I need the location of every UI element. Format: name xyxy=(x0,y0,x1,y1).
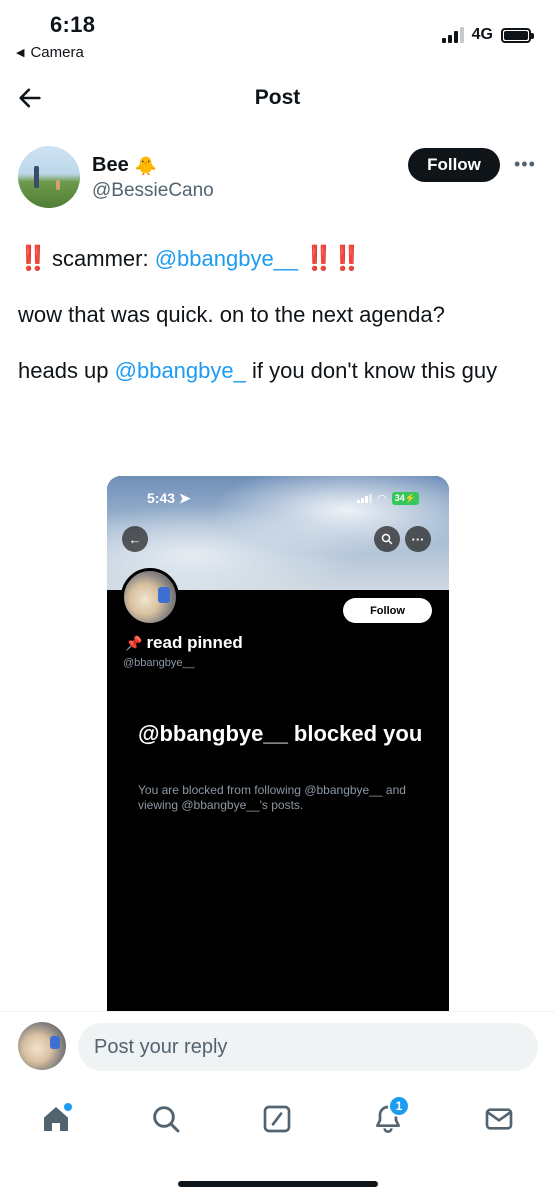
embed-avatar xyxy=(121,568,179,626)
embed-signal-icon xyxy=(357,494,373,503)
reply-bar xyxy=(0,1011,555,1087)
embed-wifi-icon: ◠ xyxy=(377,493,387,505)
author-handle[interactable]: @BessieCano xyxy=(92,180,214,202)
post-line-2: wow that was quick. on to the next agend… xyxy=(18,302,445,327)
follow-button[interactable]: Follow xyxy=(408,148,500,182)
embed-follow-button: Follow xyxy=(343,598,432,623)
embed-name-text: read pinned xyxy=(146,633,243,652)
home-unread-dot xyxy=(64,1103,72,1111)
post-line-3: heads up @bbangbye_ if you don't know th… xyxy=(18,354,538,388)
embed-profile-handle: @bbangbye__ xyxy=(123,657,195,669)
notifications-badge: 1 xyxy=(388,1095,410,1117)
search-icon xyxy=(153,1106,180,1133)
tab-search[interactable] xyxy=(144,1097,188,1141)
post-line-1: ‼️ scammer: @bbangbye__ ‼️‼️ xyxy=(18,242,538,276)
tab-home[interactable] xyxy=(34,1097,78,1141)
page-title: Post xyxy=(254,86,301,109)
post-line-3-suffix: if you don't know this guy xyxy=(245,358,498,383)
bottom-tab-bar: 1 xyxy=(0,1087,555,1157)
double-exclamation-icon: ‼️ xyxy=(18,245,48,272)
user-avatar[interactable] xyxy=(18,1022,66,1070)
back-triangle-icon: ◀ xyxy=(16,47,25,59)
chick-icon: 🐥 xyxy=(134,155,158,176)
post-image[interactable]: 5:43 ➤ ◠ 34⚡ ← ··· Follow 📌 read pinned … xyxy=(107,476,449,1021)
tab-compose[interactable] xyxy=(255,1097,299,1141)
double-exclamation-icon: ‼️‼️ xyxy=(304,245,362,272)
author-name-row[interactable]: Bee 🐥 xyxy=(92,154,157,177)
embed-battery-icon: 34⚡ xyxy=(391,492,419,505)
embed-search-icon xyxy=(374,526,400,552)
status-bar: 6:18 ◀ Camera 4G xyxy=(0,0,555,70)
post-header: Post xyxy=(0,70,555,126)
back-to-app-link[interactable]: ◀ Camera xyxy=(16,44,84,61)
post-body: ‼️ scammer: @bbangbye__ ‼️‼️ wow that wa… xyxy=(18,242,538,388)
embed-more-icon: ··· xyxy=(405,526,431,552)
post-line-3-text: heads up xyxy=(18,358,115,383)
pin-icon: 📌 xyxy=(125,634,143,651)
mention-link[interactable]: @bbangbye__ xyxy=(155,246,298,271)
compose-icon xyxy=(263,1105,291,1133)
post-author: Bee 🐥 @BessieCano Follow ••• xyxy=(18,146,538,210)
status-time: 6:18 xyxy=(50,12,96,37)
author-name: Bee xyxy=(92,154,129,176)
network-label: 4G xyxy=(471,26,493,43)
post-line-1-text: scammer: xyxy=(52,246,155,271)
battery-icon xyxy=(501,27,534,43)
status-indicators: 4G xyxy=(441,26,534,44)
embed-time: 5:43 ➤ xyxy=(147,490,191,506)
back-app-label: Camera xyxy=(30,44,84,61)
signal-icon xyxy=(441,27,464,43)
embed-blocked-title: @bbangbye__ blocked you xyxy=(138,721,423,746)
post-screen: 6:18 ◀ Camera 4G Post Bee 🐥 @BessieCano … xyxy=(0,0,555,1200)
mention-link[interactable]: @bbangbye_ xyxy=(115,358,246,383)
embed-blocked-description: You are blocked from following @bbangbye… xyxy=(138,783,406,812)
envelope-icon xyxy=(485,1108,513,1130)
embed-back-arrow-icon: ← xyxy=(122,526,148,552)
home-indicator xyxy=(178,1181,378,1187)
embed-status-indicators: ◠ 34⚡ xyxy=(357,492,419,505)
more-dots-icon[interactable]: ••• xyxy=(514,154,536,175)
tab-messages[interactable] xyxy=(477,1097,521,1141)
embed-profile-name: 📌 read pinned xyxy=(125,633,243,653)
tab-notifications[interactable]: 1 xyxy=(366,1095,410,1141)
author-avatar[interactable] xyxy=(18,146,80,208)
reply-input[interactable] xyxy=(78,1023,538,1071)
